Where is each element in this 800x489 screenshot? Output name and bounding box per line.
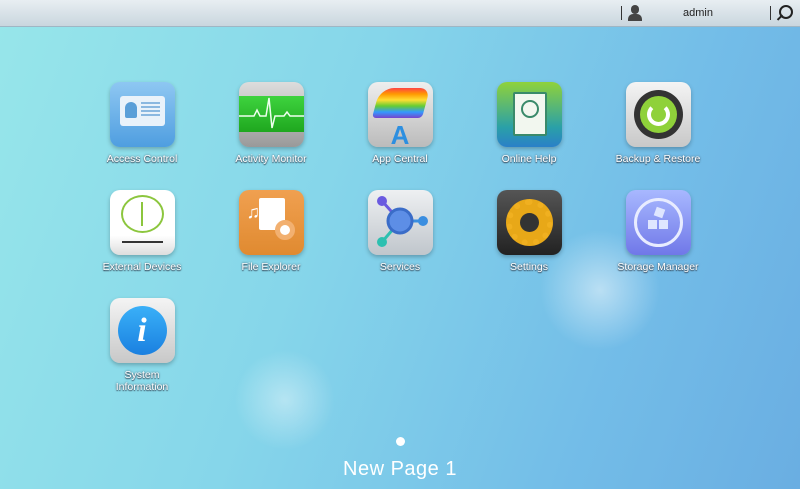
heartbeat-monitor-icon <box>238 82 304 147</box>
id-card-icon <box>109 82 175 147</box>
services-network-icon <box>367 190 433 255</box>
username[interactable]: admin <box>683 7 713 19</box>
app-backup-restore[interactable]: Backup & Restore <box>603 82 713 165</box>
help-book-icon <box>496 82 562 147</box>
divider <box>770 6 771 20</box>
search-icon[interactable] <box>777 5 793 21</box>
storage-manager-icon <box>625 190 691 255</box>
app-system-information[interactable]: i System Information <box>87 298 197 393</box>
app-label: Settings <box>510 261 548 273</box>
gear-icon <box>496 190 562 255</box>
app-label: External Devices <box>102 261 182 273</box>
app-label: Online Help <box>501 153 557 165</box>
app-services[interactable]: Services <box>345 190 455 273</box>
top-bar: admin <box>0 0 800 27</box>
app-label: Access Control <box>106 153 178 165</box>
app-file-explorer[interactable]: ♫ File Explorer <box>216 190 326 273</box>
app-label: Activity Monitor <box>235 153 307 165</box>
app-activity-monitor[interactable]: Activity Monitor <box>216 82 326 165</box>
app-settings[interactable]: Settings <box>474 190 584 273</box>
user-icon[interactable] <box>628 5 642 21</box>
app-online-help[interactable]: Online Help <box>474 82 584 165</box>
app-label: System Information <box>115 369 169 393</box>
app-app-central[interactable]: A App Central <box>345 82 455 165</box>
backup-restore-icon <box>625 82 691 147</box>
page-label: New Page 1 <box>343 458 457 480</box>
app-storage-manager[interactable]: Storage Manager <box>603 190 713 273</box>
app-label: File Explorer <box>241 261 301 273</box>
divider <box>621 6 622 20</box>
app-label: Services <box>379 261 421 273</box>
app-label: Storage Manager <box>617 261 699 273</box>
app-access-control[interactable]: Access Control <box>87 82 197 165</box>
file-explorer-icon: ♫ <box>238 190 304 255</box>
app-label: Backup & Restore <box>615 153 701 165</box>
app-external-devices[interactable]: External Devices <box>87 190 197 273</box>
app-label: App Central <box>372 153 428 165</box>
app-central-icon: A <box>367 82 433 147</box>
usb-icon <box>109 190 175 255</box>
page-indicator-dot[interactable] <box>396 437 405 446</box>
info-icon: i <box>109 298 175 363</box>
